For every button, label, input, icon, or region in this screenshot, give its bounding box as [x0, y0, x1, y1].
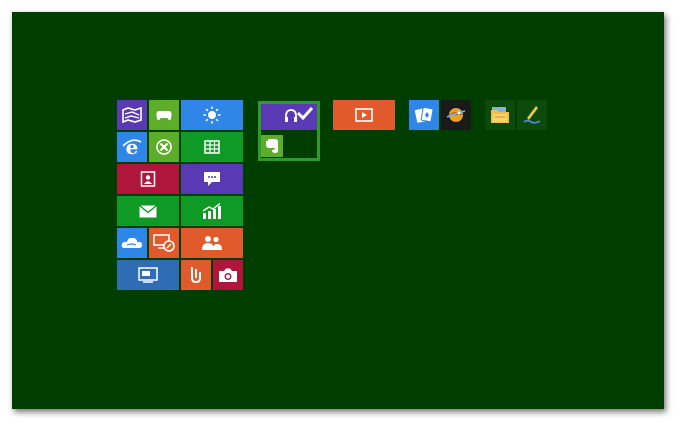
spreadsheet-icon [204, 140, 220, 154]
svg-text:e: e [126, 136, 139, 158]
cloud-icon [121, 237, 142, 248]
video-tile[interactable] [333, 100, 395, 130]
checkmark-icon [296, 106, 314, 120]
camera-icon [219, 268, 237, 282]
games-tile[interactable] [149, 100, 179, 130]
mail-tile[interactable] [117, 196, 179, 226]
stocks-tile[interactable] [181, 196, 243, 226]
envelope-icon [139, 204, 157, 217]
people-tile[interactable] [181, 228, 243, 258]
file-explorer-tile[interactable] [485, 100, 515, 130]
maps-tile[interactable] [117, 100, 147, 130]
finance-tile[interactable] [181, 132, 243, 162]
internet-explorer-icon: e [122, 136, 142, 158]
sun-icon [203, 106, 221, 124]
contacts-tile[interactable] [117, 164, 179, 194]
xbox-tile[interactable] [149, 132, 179, 162]
play-icon [355, 108, 373, 122]
xbox-icon [156, 139, 172, 155]
contact-card-icon [140, 171, 156, 187]
camera-tile[interactable] [213, 260, 243, 290]
pen-icon [523, 106, 541, 124]
start-screen [12, 12, 664, 409]
remote-desktop-tile[interactable] [149, 228, 179, 258]
skydrive-tile[interactable] [117, 228, 147, 258]
reader-icon [191, 267, 201, 284]
reader-tile[interactable] [181, 260, 211, 290]
game-controller-icon [156, 111, 172, 121]
orb-icon [446, 108, 466, 122]
desktop-icon [138, 267, 158, 283]
people-icon [202, 236, 222, 250]
weather-tile[interactable] [181, 100, 243, 130]
map-icon [122, 107, 142, 123]
folder-icon [491, 107, 509, 123]
chat-bubble-icon [204, 172, 220, 186]
desktop-tile[interactable] [117, 260, 179, 290]
writer-tile[interactable] [517, 100, 547, 130]
app-tile-dark[interactable] [441, 100, 471, 130]
chart-icon [202, 203, 221, 219]
solitaire-tile[interactable] [409, 100, 439, 130]
internet-explorer-tile[interactable]: e [117, 132, 147, 162]
cards-icon [414, 107, 434, 123]
remote-desktop-icon [153, 234, 175, 252]
messaging-tile[interactable] [181, 164, 243, 194]
